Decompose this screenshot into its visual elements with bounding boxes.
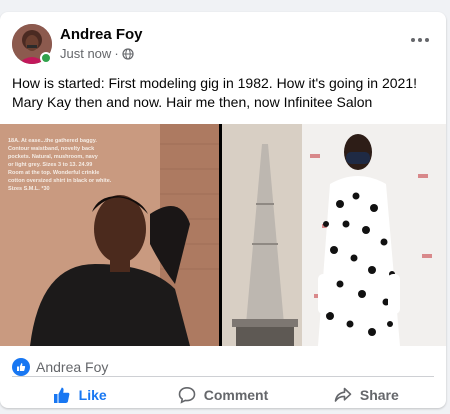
online-status-indicator — [40, 52, 52, 64]
meta-separator: · — [114, 46, 119, 61]
like-icon — [12, 358, 30, 376]
catalog-caption-line: Contour waistband, novelty back — [8, 146, 95, 152]
post-header: Andrea Foy Just now · — [12, 24, 434, 64]
catalog-caption-line: 18A. At ease...the gathered baggy. — [8, 138, 97, 144]
catalog-caption-line: pockets. Natural, mushroom, navy — [8, 154, 99, 160]
share-label: Share — [359, 387, 399, 403]
author-name[interactable]: Andrea Foy — [60, 26, 143, 43]
thumbs-up-icon — [53, 387, 70, 403]
more-icon — [411, 38, 429, 42]
globe-icon[interactable] — [122, 47, 134, 60]
post-card: Andrea Foy Just now · How is started: Fi… — [0, 12, 446, 408]
share-icon — [334, 387, 352, 402]
share-button[interactable]: Share — [295, 380, 438, 408]
post-text-line: Mary Kay then and now. Hair me then, now… — [12, 94, 373, 110]
catalog-caption-line: or light grey. Sizes 3 to 13. 24.99 — [8, 162, 92, 168]
post-actions: Like Comment Share — [8, 380, 438, 408]
reaction-summary[interactable]: Andrea Foy — [12, 356, 108, 378]
catalog-caption-line: cotton oversized shirt in black or white… — [8, 178, 112, 184]
timestamp[interactable]: Just now — [60, 46, 111, 61]
comment-button[interactable]: Comment — [151, 380, 294, 408]
catalog-caption-line: Sizes S.M.L. *30 — [8, 186, 50, 192]
comment-label: Comment — [203, 387, 269, 403]
post-text: How is started: First modeling gig in 19… — [12, 74, 432, 112]
catalog-caption-line: Room at the top. Wonderful crinkle — [8, 170, 99, 176]
reactor-names[interactable]: Andrea Foy — [36, 359, 108, 375]
comment-icon — [178, 386, 196, 404]
photo-2021[interactable] — [222, 124, 446, 346]
more-options-button[interactable] — [406, 30, 434, 50]
like-button[interactable]: Like — [8, 380, 151, 408]
post-text-line: How is started: First modeling gig in 19… — [12, 75, 417, 91]
photo-1982[interactable]: 18A. At ease...the gathered baggy. Conto… — [0, 124, 219, 346]
divider — [12, 376, 434, 377]
like-label: Like — [78, 387, 107, 403]
post-media[interactable]: 18A. At ease...the gathered baggy. Conto… — [0, 124, 446, 346]
post-meta: Just now · — [60, 46, 134, 61]
